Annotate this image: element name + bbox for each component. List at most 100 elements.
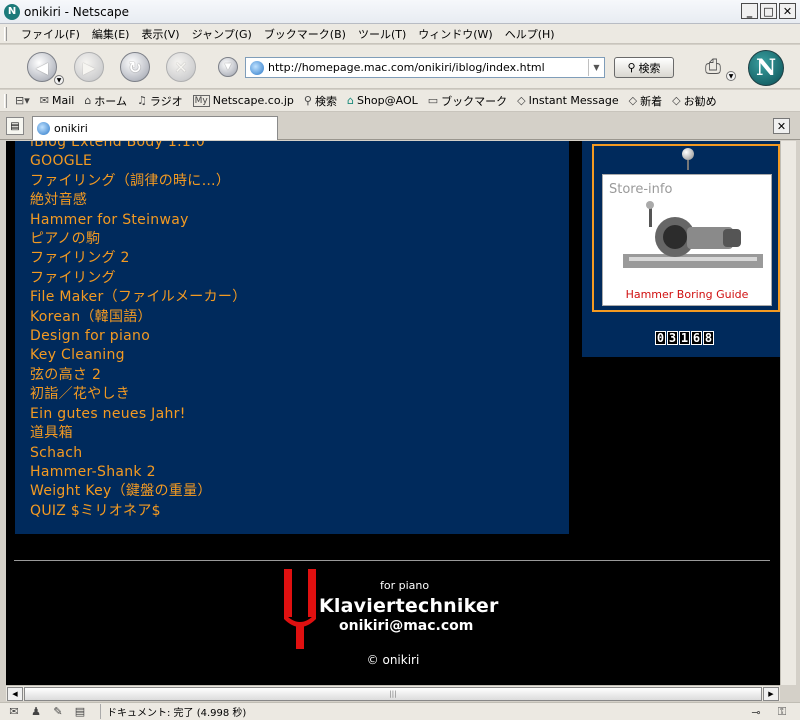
netscape-app-icon: N bbox=[4, 3, 20, 20]
maximize-button[interactable]: □ bbox=[760, 3, 777, 19]
counter-digit: 6 bbox=[691, 331, 702, 345]
composer-icon[interactable]: ✎ bbox=[50, 705, 66, 719]
blog-entry-link[interactable]: Key Cleaning bbox=[30, 346, 247, 365]
blog-entry-link[interactable]: GOOGLE bbox=[30, 152, 247, 171]
back-history-dropdown[interactable]: ▼ bbox=[54, 75, 64, 85]
blog-entry-link[interactable]: ファイリング（調律の時に…） bbox=[30, 172, 247, 191]
bookmark-mail[interactable]: ✉ Mail bbox=[40, 94, 75, 107]
contact-email[interactable]: onikiri@mac.com bbox=[339, 618, 473, 634]
back-button[interactable]: ◀ bbox=[27, 52, 57, 82]
bookmark-icon: ◇ bbox=[672, 94, 681, 107]
blog-entry-link[interactable]: File Maker（ファイルメーカー） bbox=[30, 288, 247, 307]
my-netscape-icon: My bbox=[192, 94, 210, 107]
blog-entry-link[interactable]: 道具箱 bbox=[30, 424, 247, 443]
address-book-icon[interactable]: ▤ bbox=[72, 705, 88, 719]
menu-window[interactable]: ウィンドウ(W) bbox=[412, 26, 498, 42]
scroll-right-button[interactable]: ▶ bbox=[763, 687, 779, 701]
blog-entry-link[interactable]: Korean（韓国語） bbox=[30, 308, 247, 327]
blog-entry-link[interactable]: Weight Key（鍵盤の重量） bbox=[30, 482, 247, 501]
home-menu-button[interactable]: ⊟▾ bbox=[15, 94, 30, 107]
tab-globe-icon bbox=[37, 122, 50, 135]
hammer-boring-tool-image bbox=[623, 201, 763, 268]
bookmark-radio[interactable]: ♫ ラジオ bbox=[137, 93, 183, 109]
blog-entry-link[interactable]: ファイリング 2 bbox=[30, 249, 247, 268]
bookmark-recommend[interactable]: ◇ お勧め bbox=[672, 93, 716, 109]
menu-grip bbox=[4, 26, 7, 41]
bookmark-folder[interactable]: ▭ ブックマーク bbox=[428, 93, 507, 109]
close-tab-button[interactable]: ✕ bbox=[773, 118, 790, 134]
bookmark-icon: ◇ bbox=[517, 94, 526, 107]
search-button-label: 検索 bbox=[638, 61, 661, 75]
reload-button[interactable]: ↻ bbox=[120, 52, 150, 82]
bookmark-label: ホーム bbox=[94, 94, 127, 108]
search-button[interactable]: ⚲ 検索 bbox=[614, 57, 674, 78]
pushpin-icon bbox=[682, 148, 694, 170]
netscape-logo[interactable]: N bbox=[748, 50, 784, 86]
menu-edit[interactable]: 編集(E) bbox=[86, 26, 136, 42]
window-controls: _ □ ✕ bbox=[741, 3, 796, 19]
minimize-button[interactable]: _ bbox=[741, 3, 758, 19]
menu-help[interactable]: ヘルプ(H) bbox=[499, 26, 561, 42]
page-content: iBlog Extend Body 1.1.0 GOOGLE ファイリング（調律の時… bbox=[6, 141, 780, 685]
tab-bar: ▤ onikiri ✕ bbox=[0, 113, 800, 140]
bookmark-home[interactable]: ⌂ ホーム bbox=[84, 93, 127, 109]
menu-view[interactable]: 表示(V) bbox=[135, 26, 185, 42]
aim-icon[interactable]: ♟ bbox=[28, 705, 44, 719]
site-brand: Klaviertechniker bbox=[319, 595, 499, 617]
url-bar[interactable]: http://homepage.mac.com/onikiri/iblog/in… bbox=[245, 57, 605, 78]
reload-icon: ↻ bbox=[128, 57, 142, 77]
bookmark-label: ブックマーク bbox=[441, 94, 508, 108]
bookmark-instant-message[interactable]: ◇ Instant Message bbox=[517, 94, 618, 107]
blog-entry-link[interactable]: 絶対音感 bbox=[30, 191, 247, 210]
url-history-button[interactable]: ▼ bbox=[218, 57, 238, 77]
window-title: onikiri - Netscape bbox=[24, 4, 130, 19]
tab-onikiri[interactable]: onikiri bbox=[32, 116, 278, 140]
blog-entry-link[interactable]: Hammer for Steinway bbox=[30, 211, 247, 230]
store-info-banner[interactable]: Store-info Hammer Boring Guide bbox=[592, 144, 780, 312]
bookmark-netscape[interactable]: My Netscape.co.jp bbox=[192, 94, 294, 107]
stop-button[interactable]: ✕ bbox=[166, 52, 196, 82]
blog-entry-link[interactable]: QUIZ $ミリオネア$ bbox=[30, 502, 247, 521]
blog-entry-link[interactable]: Ein gutes neues Jahr! bbox=[30, 405, 247, 424]
vertical-scrollbar[interactable] bbox=[780, 141, 796, 685]
online-status-icon[interactable]: ⊸ bbox=[748, 705, 764, 719]
horizontal-scroll-thumb[interactable]: ||| bbox=[24, 687, 762, 701]
bookmark-shop[interactable]: ⌂ Shop@AOL bbox=[347, 94, 418, 107]
blog-entry-link[interactable]: 弦の高さ 2 bbox=[30, 366, 247, 385]
blog-entry-link[interactable]: Design for piano bbox=[30, 327, 247, 346]
new-tab-button[interactable]: ▤ bbox=[6, 117, 24, 135]
scroll-left-button[interactable]: ◀ bbox=[7, 687, 23, 701]
close-window-button[interactable]: ✕ bbox=[779, 3, 796, 19]
menu-bookmarks[interactable]: ブックマーク(B) bbox=[258, 26, 352, 42]
blog-entry-link[interactable]: iBlog Extend Body 1.1.0 bbox=[30, 141, 247, 152]
print-icon[interactable]: ⎙ bbox=[700, 53, 726, 79]
status-bar: ✉ ♟ ✎ ▤ ドキュメント: 完了 (4.998 秒) ⊸ ⚿ bbox=[0, 702, 800, 720]
blog-entry-link[interactable]: Hammer-Shank 2 bbox=[30, 463, 247, 482]
menu-file[interactable]: ファイル(F) bbox=[15, 26, 86, 42]
visitor-counter: 0 3 1 6 8 bbox=[655, 331, 714, 345]
store-info-card[interactable]: Store-info Hammer Boring Guide bbox=[602, 174, 772, 306]
mail-status-icon[interactable]: ✉ bbox=[6, 705, 22, 719]
url-input[interactable]: http://homepage.mac.com/onikiri/iblog/in… bbox=[268, 61, 588, 74]
stop-icon: ✕ bbox=[174, 57, 188, 77]
bookmark-search[interactable]: ⚲ 検索 bbox=[304, 93, 337, 109]
vertical-scroll-track[interactable] bbox=[782, 141, 796, 685]
navigation-toolbar: ◀ ▼ ▶ ↻ ✕ ▼ http://homepage.mac.com/onik… bbox=[0, 45, 800, 89]
print-dropdown[interactable]: ▼ bbox=[726, 71, 736, 81]
blog-entry-link[interactable]: 初詣／花やしき bbox=[30, 385, 247, 404]
menu-tools[interactable]: ツール(T) bbox=[352, 26, 412, 42]
forward-button[interactable]: ▶ bbox=[74, 52, 104, 82]
blog-entry-link[interactable]: ピアノの駒 bbox=[30, 230, 247, 249]
bookmark-new[interactable]: ◇ 新着 bbox=[629, 93, 662, 109]
blog-entry-list: iBlog Extend Body 1.1.0 GOOGLE ファイリング（調律の時… bbox=[30, 141, 247, 521]
url-dropdown-button[interactable]: ▼ bbox=[588, 59, 604, 76]
menu-go[interactable]: ジャンプ(G) bbox=[186, 26, 258, 42]
horizontal-scrollbar[interactable]: ◀ ||| ▶ bbox=[6, 685, 780, 701]
security-lock-icon[interactable]: ⚿ bbox=[774, 705, 790, 719]
counter-digit: 1 bbox=[679, 331, 690, 345]
bookmark-label: 新着 bbox=[640, 94, 663, 108]
blog-entry-link[interactable]: Schach bbox=[30, 444, 247, 463]
blog-entry-link[interactable]: ファイリング bbox=[30, 269, 247, 288]
radio-icon: ♫ bbox=[136, 94, 147, 107]
magnifier-icon: ⚲ bbox=[627, 61, 636, 74]
